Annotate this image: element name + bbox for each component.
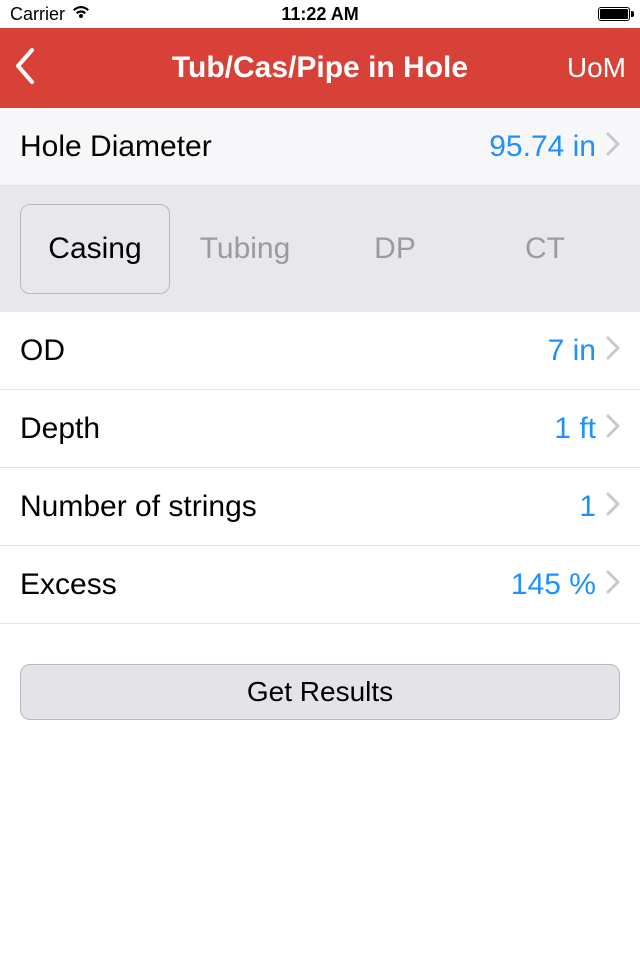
row-label: Depth (20, 412, 100, 446)
chevron-right-icon (606, 414, 620, 443)
clock: 11:22 AM (281, 4, 358, 25)
tab-tubing[interactable]: Tubing (170, 204, 320, 294)
row-od[interactable]: OD 7 in (0, 312, 640, 390)
row-depth[interactable]: Depth 1 ft (0, 390, 640, 468)
wifi-icon (71, 4, 91, 25)
row-value: 95.74 in (489, 130, 596, 164)
row-value: 145 % (511, 568, 596, 602)
uom-button[interactable]: UoM (556, 52, 626, 84)
back-button[interactable] (14, 48, 84, 89)
tab-ct[interactable]: CT (470, 204, 620, 294)
tab-dp[interactable]: DP (320, 204, 470, 294)
row-label: Number of strings (20, 490, 257, 524)
carrier-label: Carrier (10, 4, 65, 25)
chevron-right-icon (606, 336, 620, 365)
pipe-type-tabs: Casing Tubing DP CT (0, 186, 640, 312)
row-value: 1 (579, 490, 596, 524)
row-label: Excess (20, 568, 117, 602)
row-excess[interactable]: Excess 145 % (0, 546, 640, 624)
get-results-button[interactable]: Get Results (20, 664, 620, 720)
row-strings[interactable]: Number of strings 1 (0, 468, 640, 546)
row-hole-diameter[interactable]: Hole Diameter 95.74 in (0, 108, 640, 186)
row-value: 7 in (548, 334, 596, 368)
chevron-right-icon (606, 132, 620, 161)
chevron-left-icon (14, 48, 36, 89)
tab-casing[interactable]: Casing (20, 204, 170, 294)
row-value: 1 ft (554, 412, 596, 446)
battery-icon (598, 7, 630, 21)
nav-bar: Tub/Cas/Pipe in Hole UoM (0, 28, 640, 108)
status-bar: Carrier 11:22 AM (0, 0, 640, 28)
page-title: Tub/Cas/Pipe in Hole (84, 51, 556, 85)
chevron-right-icon (606, 492, 620, 521)
row-label: Hole Diameter (20, 130, 212, 164)
row-label: OD (20, 334, 65, 368)
chevron-right-icon (606, 570, 620, 599)
